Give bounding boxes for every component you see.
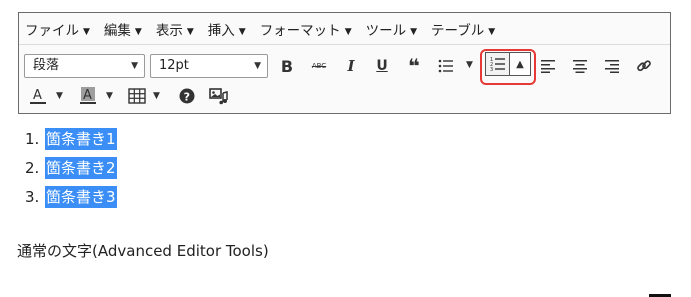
chevron-down-icon[interactable]: ▼: [153, 91, 160, 101]
list-item[interactable]: 1. 箇条書き1: [25, 124, 117, 153]
align-right-button[interactable]: [599, 53, 625, 79]
list-item-text[interactable]: 箇条書き2: [45, 156, 117, 179]
align-center-button[interactable]: [567, 53, 593, 79]
list-item-number: 3.: [25, 187, 40, 206]
bullet-list-icon: [438, 59, 453, 73]
list-item-text[interactable]: 箇条書き3: [45, 185, 117, 208]
list-item[interactable]: 3. 箇条書き3: [25, 182, 117, 211]
font-size-select[interactable]: 12pt ▼: [150, 54, 268, 78]
svg-text:A: A: [83, 88, 92, 103]
underline-button[interactable]: U: [369, 53, 395, 79]
list-item-number: 2.: [25, 158, 40, 177]
menu-bar: ファイル ▼ 編集 ▼ 表示 ▼ 挿入 ▼ フォーマット ▼ ツール ▼ テーブル ▼: [19, 13, 670, 45]
chevron-down-icon[interactable]: ▼: [466, 60, 473, 70]
menu-insert[interactable]: 挿入 ▼: [208, 19, 246, 39]
list-item-number: 1.: [25, 129, 40, 148]
chevron-down-icon[interactable]: ▼: [56, 91, 63, 101]
strikethrough-icon: ABC: [311, 62, 327, 70]
menu-view[interactable]: 表示 ▼: [156, 19, 194, 39]
blockquote-button[interactable]: ❝: [401, 53, 427, 79]
numbered-list: 1. 箇条書き1 2. 箇条書き2 3. 箇条書き3: [25, 124, 117, 211]
secondary-toolbar-row: A ▼ A ▼ ▼ ?: [19, 81, 670, 113]
menu-tools[interactable]: ツール ▼: [366, 19, 417, 39]
chevron-down-icon: ▼: [131, 61, 138, 71]
table-button[interactable]: [124, 83, 150, 109]
strikethrough-button[interactable]: ABC: [306, 53, 332, 79]
bullet-list-button[interactable]: [433, 53, 459, 79]
svg-text:?: ?: [184, 90, 190, 103]
align-right-icon: [605, 60, 619, 73]
bold-button[interactable]: B: [274, 53, 300, 79]
help-icon: ?: [179, 88, 195, 104]
menu-file[interactable]: ファイル ▼: [25, 19, 90, 39]
block-format-select[interactable]: 段落 ▼: [24, 54, 145, 78]
editor-toolbar: ファイル ▼ 編集 ▼ 表示 ▼ 挿入 ▼ フォーマット ▼ ツール ▼ テーブル ▼ 段落 …: [18, 12, 671, 114]
chevron-down-icon: ▼: [254, 61, 261, 71]
insert-media-button[interactable]: [206, 83, 232, 109]
font-size-value: 12pt: [159, 58, 189, 73]
menu-edit[interactable]: 編集 ▼: [104, 19, 142, 39]
list-item-text[interactable]: 箇条書き1: [45, 127, 117, 150]
format-toolbar-row: 段落 ▼ 12pt ▼ B ABC I U ❝ ▼ 1 2 3 ▲: [19, 47, 670, 81]
block-format-value: 段落: [33, 58, 60, 73]
align-left-icon: [541, 60, 555, 73]
align-left-button[interactable]: [535, 53, 561, 79]
background-color-button[interactable]: A: [75, 83, 101, 109]
numbered-list-highlight: [480, 49, 536, 85]
body-paragraph[interactable]: 通常の文字(Advanced Editor Tools): [17, 240, 269, 261]
menu-format[interactable]: フォーマット ▼: [260, 19, 352, 39]
menu-table[interactable]: テーブル ▼: [431, 19, 495, 39]
table-icon: [128, 88, 146, 104]
italic-button[interactable]: I: [338, 53, 364, 79]
align-center-icon: [573, 60, 587, 73]
background-color-icon: A: [80, 87, 96, 104]
text-color-icon: A: [30, 88, 46, 104]
chevron-down-icon[interactable]: ▼: [106, 91, 113, 101]
link-icon: [637, 60, 651, 72]
media-icon: [209, 88, 228, 105]
list-item[interactable]: 2. 箇条書き2: [25, 153, 117, 182]
insert-link-button[interactable]: [631, 53, 657, 79]
svg-text:A: A: [33, 88, 42, 103]
help-button[interactable]: ?: [174, 83, 200, 109]
text-color-button[interactable]: A: [25, 83, 51, 109]
